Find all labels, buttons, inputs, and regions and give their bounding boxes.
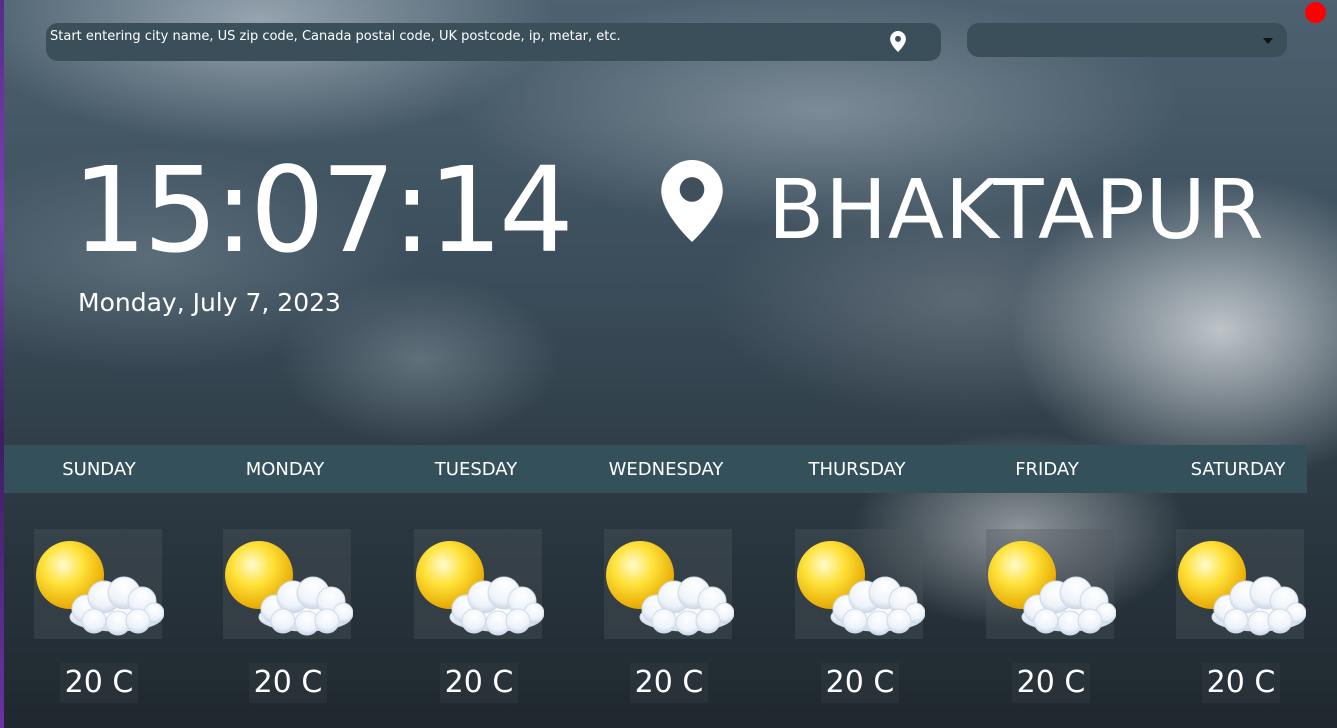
forecast-card: 20 C xyxy=(765,493,955,728)
partly-cloudy-icon xyxy=(605,540,734,636)
forecast-icon-box xyxy=(414,529,544,639)
partly-cloudy-icon xyxy=(415,540,544,636)
forecast-card: 20 C xyxy=(956,493,1146,728)
forecast-day-label: THURSDAY xyxy=(808,459,906,480)
forecast-card: 20 C xyxy=(193,493,383,728)
search-bar xyxy=(46,23,941,61)
temperature-value: 20 C xyxy=(444,665,514,700)
forecast-icon-box xyxy=(34,529,164,639)
temperature-value: 20 C xyxy=(64,665,134,700)
forecast-card: 20 C xyxy=(574,493,764,728)
close-dot[interactable] xyxy=(1305,2,1326,23)
temperature-box: 20 C xyxy=(1012,663,1090,703)
forecast-day-label: TUESDAY xyxy=(434,459,518,480)
forecast-day-label: SATURDAY xyxy=(1190,459,1286,480)
partly-cloudy-icon xyxy=(224,540,353,636)
partly-cloudy-icon xyxy=(987,540,1116,636)
temperature-value: 20 C xyxy=(634,665,704,700)
forecast-icon-box xyxy=(1176,529,1306,639)
forecast-icon-box xyxy=(223,529,353,639)
map-pin-icon[interactable] xyxy=(890,31,906,52)
temperature-box: 20 C xyxy=(1202,663,1280,703)
units-select[interactable] xyxy=(967,23,1287,57)
forecast-card: 20 C xyxy=(4,493,194,728)
city-name: BHAKTAPUR xyxy=(768,163,1265,258)
forecast-day-label: MONDAY xyxy=(245,459,325,480)
clock-time: 15:07:14 xyxy=(72,141,574,279)
temperature-box: 20 C xyxy=(60,663,138,703)
forecast-icon-box xyxy=(604,529,734,639)
forecast-row: 20 C 20 C 20 C 20 C 20 C 20 C 20 C xyxy=(4,493,1307,728)
partly-cloudy-icon xyxy=(1177,540,1306,636)
forecast-day-label: WEDNESDAY xyxy=(608,459,724,480)
forecast-days-bar: SUNDAY MONDAY TUESDAY WEDNESDAY THURSDAY… xyxy=(4,445,1307,493)
temperature-box: 20 C xyxy=(249,663,327,703)
forecast-day-label: FRIDAY xyxy=(1015,459,1079,480)
temperature-box: 20 C xyxy=(630,663,708,703)
search-input[interactable] xyxy=(50,25,870,47)
partly-cloudy-icon xyxy=(35,540,164,636)
temperature-value: 20 C xyxy=(1016,665,1086,700)
partly-cloudy-icon xyxy=(796,540,925,636)
forecast-icon-box xyxy=(795,529,925,639)
map-pin-icon xyxy=(661,160,723,242)
forecast-icon-box xyxy=(986,529,1116,639)
clock-date: Monday, July 7, 2023 xyxy=(78,288,341,317)
temperature-value: 20 C xyxy=(1206,665,1276,700)
caret-down-icon xyxy=(1263,38,1273,44)
forecast-card: 20 C xyxy=(384,493,574,728)
forecast-card: 20 C xyxy=(1146,493,1336,728)
temperature-value: 20 C xyxy=(253,665,323,700)
temperature-value: 20 C xyxy=(825,665,895,700)
forecast-day-label: SUNDAY xyxy=(62,459,136,480)
temperature-box: 20 C xyxy=(821,663,899,703)
temperature-box: 20 C xyxy=(440,663,518,703)
